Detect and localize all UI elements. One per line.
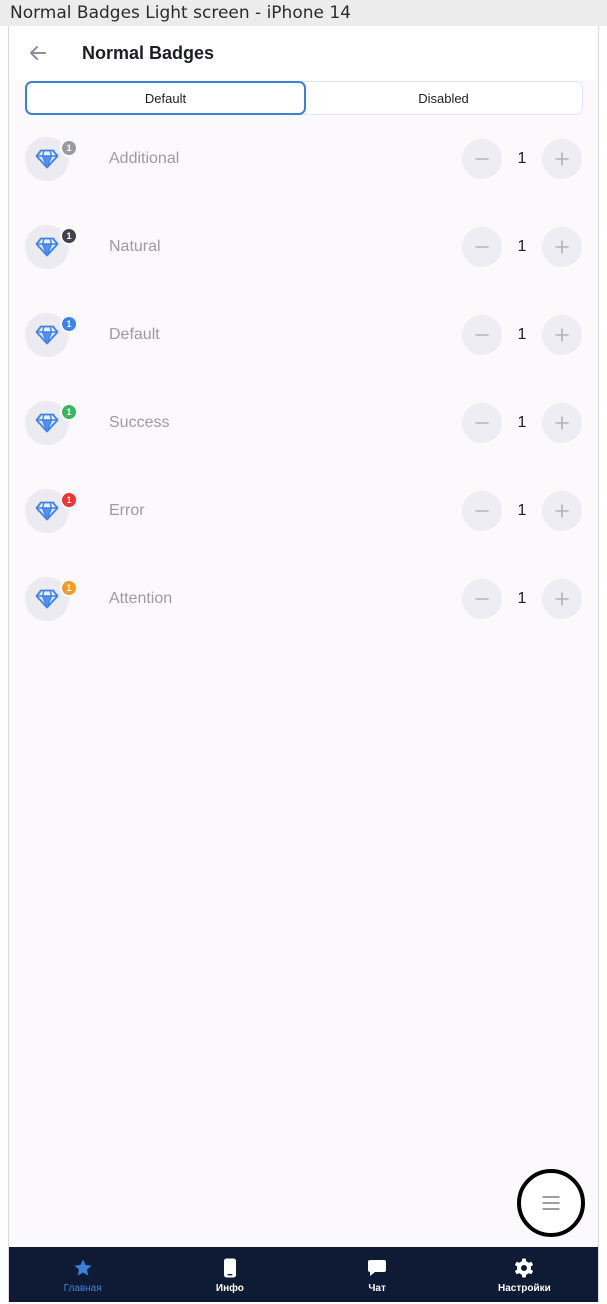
minus-icon bbox=[475, 510, 489, 512]
decrement-button[interactable] bbox=[462, 491, 502, 531]
badge-list: 1 Additional 1 1 Natural 1 1 Default 1 1… bbox=[9, 115, 598, 643]
minus-icon bbox=[475, 158, 489, 160]
nav-label: Главная bbox=[63, 1283, 102, 1294]
list-item: 1 Error 1 bbox=[9, 467, 598, 555]
diamond-icon bbox=[35, 237, 59, 257]
tab-disabled[interactable]: Disabled bbox=[305, 82, 582, 114]
app-header: Normal Badges bbox=[9, 26, 598, 80]
decrement-button[interactable] bbox=[462, 579, 502, 619]
row-label: Additional bbox=[109, 150, 180, 167]
increment-button[interactable] bbox=[542, 491, 582, 531]
frame-title: Normal Badges Light screen - iPhone 14 bbox=[0, 0, 607, 26]
page-title: Normal Badges bbox=[82, 43, 215, 63]
row-label: Natural bbox=[109, 238, 161, 255]
menu-icon bbox=[542, 1196, 560, 1210]
nav-label: Инфо bbox=[215, 1283, 244, 1294]
plus-icon bbox=[555, 592, 569, 606]
diamond-icon bbox=[35, 413, 59, 433]
plus-icon bbox=[555, 240, 569, 254]
arrow-left-icon bbox=[30, 46, 46, 60]
row-label: Attention bbox=[109, 590, 173, 607]
list-item: 1 Success 1 bbox=[9, 379, 598, 467]
decrement-button[interactable] bbox=[462, 227, 502, 267]
stepper-value: 1 bbox=[517, 326, 527, 343]
nav-item-settings[interactable]: Настройки bbox=[451, 1247, 598, 1302]
plus-icon bbox=[555, 504, 569, 518]
count-badge: 1 bbox=[60, 403, 78, 421]
nav-item-home[interactable]: Главная bbox=[9, 1247, 156, 1302]
increment-button[interactable] bbox=[542, 403, 582, 443]
plus-icon bbox=[555, 328, 569, 342]
segmented-control: Default Disabled bbox=[25, 81, 583, 115]
row-label: Default bbox=[109, 326, 160, 343]
star-icon bbox=[73, 1257, 93, 1278]
nav-item-chat[interactable]: Чат bbox=[304, 1247, 451, 1302]
minus-icon bbox=[475, 334, 489, 336]
list-item: 1 Natural 1 bbox=[9, 203, 598, 291]
stepper-value: 1 bbox=[517, 590, 527, 607]
list-item: 1 Attention 1 bbox=[9, 555, 598, 643]
gear-icon bbox=[514, 1257, 534, 1278]
stepper-value: 1 bbox=[517, 238, 527, 255]
back-button[interactable] bbox=[23, 38, 53, 68]
diamond-icon bbox=[35, 325, 59, 345]
row-label: Success bbox=[109, 414, 170, 431]
increment-button[interactable] bbox=[542, 139, 582, 179]
count-badge: 1 bbox=[60, 315, 78, 333]
minus-icon bbox=[475, 598, 489, 600]
stepper-value: 1 bbox=[517, 414, 527, 431]
phone-icon bbox=[223, 1257, 237, 1278]
plus-icon bbox=[555, 152, 569, 166]
row-label: Error bbox=[109, 502, 145, 519]
stepper-value: 1 bbox=[517, 150, 527, 167]
count-badge: 1 bbox=[60, 139, 78, 157]
phone-screen: Normal Badges Default Disabled 1 Additio… bbox=[8, 26, 599, 1302]
list-item: 1 Additional 1 bbox=[9, 115, 598, 203]
decrement-button[interactable] bbox=[462, 139, 502, 179]
increment-button[interactable] bbox=[542, 579, 582, 619]
decrement-button[interactable] bbox=[462, 315, 502, 355]
increment-button[interactable] bbox=[542, 315, 582, 355]
diamond-icon bbox=[35, 501, 59, 521]
menu-fab-button[interactable] bbox=[517, 1169, 585, 1237]
count-badge: 1 bbox=[60, 579, 78, 597]
increment-button[interactable] bbox=[542, 227, 582, 267]
nav-item-info[interactable]: Инфо bbox=[156, 1247, 303, 1302]
diamond-icon bbox=[35, 149, 59, 169]
chat-icon bbox=[367, 1257, 387, 1278]
diamond-icon bbox=[35, 589, 59, 609]
nav-label: Чат bbox=[368, 1283, 386, 1294]
count-badge: 1 bbox=[60, 227, 78, 245]
tab-default[interactable]: Default bbox=[25, 81, 306, 115]
stepper-value: 1 bbox=[517, 502, 527, 519]
plus-icon bbox=[555, 416, 569, 430]
bottom-navigation: Главная Инфо Чат Настройки bbox=[9, 1247, 598, 1302]
minus-icon bbox=[475, 422, 489, 424]
minus-icon bbox=[475, 246, 489, 248]
count-badge: 1 bbox=[60, 491, 78, 509]
decrement-button[interactable] bbox=[462, 403, 502, 443]
nav-label: Настройки bbox=[497, 1283, 551, 1294]
list-item: 1 Default 1 bbox=[9, 291, 598, 379]
